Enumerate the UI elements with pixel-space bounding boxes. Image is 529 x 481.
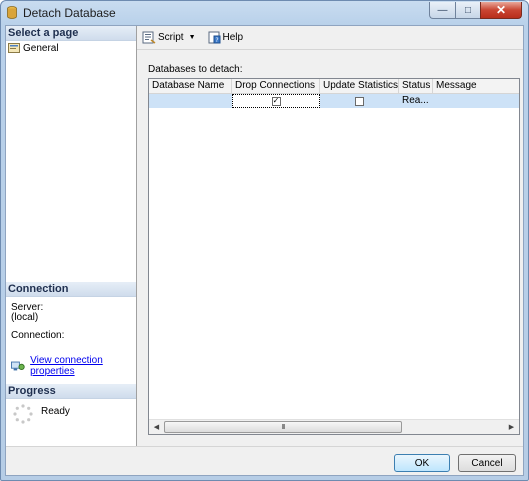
window-controls: — □ ✕ [429,2,522,20]
databases-grid: Database Name Drop Connections Update St… [148,78,520,435]
grid-header: Database Name Drop Connections Update St… [149,79,519,94]
cell-update-statistics[interactable] [320,94,399,108]
progress-status: Ready [41,406,70,417]
minimize-icon: — [437,4,448,16]
column-header-status[interactable]: Status [399,79,433,93]
connection-header: Connection [6,282,136,297]
help-label: Help [222,32,244,43]
general-page-icon [8,43,20,53]
column-header-database-name[interactable]: Database Name [149,79,232,93]
database-icon [7,6,17,19]
help-icon: ? [208,31,220,44]
column-header-update-statistics[interactable]: Update Statistics [320,79,399,93]
view-connection-properties-link[interactable]: View connection properties [11,355,136,377]
page-item-label: General [23,42,59,54]
dialog-body: Select a page General Connection Server:… [5,25,524,476]
title-bar[interactable]: Detach Database — □ ✕ [1,1,528,25]
column-header-message[interactable]: Message [433,79,519,93]
script-button[interactable]: Script ▼ [142,31,202,44]
checkmark-icon: ✓ [272,96,280,105]
minimize-button[interactable]: — [429,2,455,19]
maximize-icon: □ [464,4,472,16]
script-label: Script [158,32,184,43]
column-header-drop-connections[interactable]: Drop Connections [232,79,320,93]
update-statistics-checkbox[interactable] [355,96,364,106]
databases-to-detach-label: Databases to detach: [148,64,243,75]
cell-database-name[interactable] [149,94,232,108]
help-button[interactable]: ? Help [208,31,244,44]
spinner-icon [13,404,33,424]
detach-database-window: Detach Database — □ ✕ Select a page Gene… [0,0,529,481]
scroll-right-icon[interactable]: ▶ [504,420,519,434]
server-value: (local) [11,312,39,323]
ok-button[interactable]: OK [394,454,450,472]
drop-connections-checkbox[interactable]: ✓ [271,96,281,106]
svg-text:?: ? [215,37,218,44]
scrollbar-thumb[interactable]: III [164,421,402,433]
scrollbar-grip: III [281,423,286,431]
select-page-header: Select a page [6,26,136,41]
close-button[interactable]: ✕ [480,2,522,19]
horizontal-scrollbar[interactable]: ◀ III ▶ [149,419,519,434]
view-connection-properties-label: View connection properties [30,355,103,377]
connection-label: Connection: [11,330,65,341]
chevron-down-icon[interactable]: ▼ [189,34,196,41]
cell-drop-connections[interactable]: ✓ [232,94,320,108]
table-row[interactable]: ✓ Rea... [149,94,519,108]
close-icon: ✕ [495,3,507,17]
scroll-left-icon[interactable]: ◀ [149,420,164,434]
cell-message [433,94,519,108]
maximize-button[interactable]: □ [455,2,480,19]
progress-header: Progress [6,384,136,399]
connection-properties-icon [11,361,25,371]
toolbar: Script ▼ ? Help [137,26,523,50]
script-icon [142,31,156,44]
footer-divider [6,446,523,447]
window-title: Detach Database [23,6,116,20]
cell-status: Rea... [402,95,429,106]
cancel-button[interactable]: Cancel [458,454,516,472]
page-item-general[interactable]: General [8,41,59,55]
left-pane: Select a page General Connection Server:… [6,26,137,446]
